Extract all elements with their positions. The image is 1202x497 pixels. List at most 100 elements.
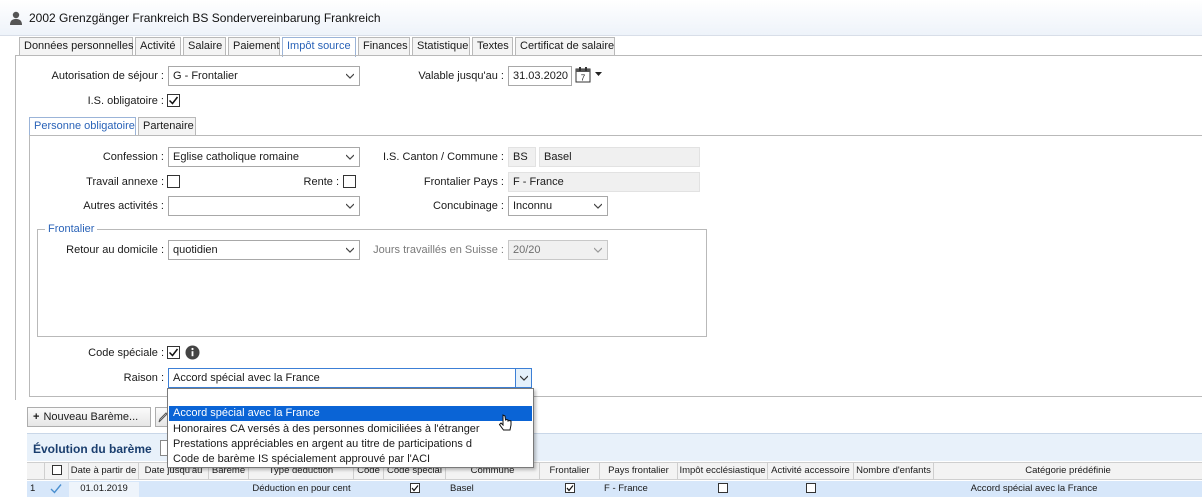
- autorisation-label: Autorisation de séjour :: [51, 70, 164, 82]
- raison-value: Accord spécial avec la France: [173, 372, 320, 384]
- nouveau-bareme-button[interactable]: + Nouveau Barème...: [27, 407, 151, 427]
- raison-dropdown-button[interactable]: [515, 369, 531, 387]
- chevron-down-icon: [346, 203, 354, 209]
- tab-activite[interactable]: Activité: [135, 37, 181, 56]
- plus-icon: +: [33, 411, 40, 423]
- canton-commune-label: I.S. Canton / Commune :: [382, 151, 504, 163]
- raison-dropdown-list: Accord spécial avec la France Honoraires…: [167, 388, 534, 468]
- commune-field: Basel: [539, 147, 700, 167]
- frontalier-checkbox[interactable]: [565, 483, 575, 493]
- tab-certificat-salaire[interactable]: Certificat de salaire: [515, 37, 615, 56]
- checkmark-icon: [168, 96, 179, 105]
- row-valid-checkmark-icon: [50, 484, 62, 494]
- rente-label: Rente :: [303, 176, 339, 188]
- tab-textes[interactable]: Textes: [472, 37, 513, 56]
- col-categorie-predefinie[interactable]: Catégorie prédéfinie: [934, 463, 1202, 479]
- window-titlebar: 2002 Grenzgänger Frankreich BS Sonderver…: [0, 0, 1202, 36]
- dropdown-option-code-bareme[interactable]: Code de barème IS spécialement approuvé …: [169, 452, 532, 467]
- cell-date-from[interactable]: 01.01.2019: [69, 482, 139, 497]
- cell-type-deduction[interactable]: Déduction en pour cent: [249, 482, 354, 497]
- cell-commune[interactable]: Basel: [450, 482, 540, 497]
- travail-annexe-label: Travail annexe :: [86, 176, 164, 188]
- confession-label: Confession :: [102, 151, 164, 163]
- retour-domicile-select[interactable]: quotidien: [168, 240, 360, 260]
- chevron-down-icon: [520, 375, 528, 381]
- tab-paiement[interactable]: Paiement: [228, 37, 280, 56]
- travail-annexe-checkbox[interactable]: [167, 175, 180, 188]
- mouse-cursor-icon: [498, 414, 512, 431]
- chevron-down-icon: [346, 154, 354, 160]
- activite-accessoire-checkbox[interactable]: [806, 483, 816, 493]
- valable-label: Valable jusqu'au :: [418, 70, 504, 82]
- col-nombre-enfants[interactable]: Nombre d'enfants: [854, 463, 934, 479]
- rente-checkbox[interactable]: [343, 175, 356, 188]
- frontalier-group-legend: Frontalier: [45, 223, 98, 235]
- nouveau-bareme-label: Nouveau Barème...: [43, 411, 139, 423]
- raison-select[interactable]: Accord spécial avec la France: [168, 368, 532, 388]
- frontalier-pays-field: F - France: [508, 172, 700, 192]
- cell-categorie-predefinie[interactable]: Accord spécial avec la France: [934, 482, 1134, 497]
- subtab-partenaire[interactable]: Partenaire: [138, 117, 196, 135]
- valable-date-field[interactable]: 31.03.2020: [508, 66, 572, 86]
- grid-header-index: [27, 463, 45, 479]
- col-date-from[interactable]: Date à partir de: [69, 463, 139, 479]
- retour-domicile-value: quotidien: [173, 244, 218, 256]
- checkmark-icon: [566, 485, 574, 492]
- tab-statistique[interactable]: Statistique: [412, 37, 470, 56]
- confession-value: Eglise catholique romaine: [173, 151, 299, 163]
- autres-activites-select[interactable]: [168, 196, 360, 216]
- canton-field: BS: [508, 147, 536, 167]
- autorisation-value: G - Frontalier: [173, 70, 238, 82]
- grid-header-select[interactable]: [45, 463, 69, 479]
- concubinage-label: Concubinage :: [433, 200, 504, 212]
- checkmark-icon: [411, 485, 419, 492]
- row-index: 1: [30, 483, 36, 494]
- cell-frontalier[interactable]: [540, 482, 600, 497]
- dropdown-option-honoraires[interactable]: Honoraires CA versés à des personnes dom…: [169, 422, 532, 437]
- info-icon[interactable]: [185, 345, 200, 360]
- col-impot-ecclesiastique[interactable]: Impôt ecclésiastique: [678, 463, 768, 479]
- jours-travailles-value: 20/20: [513, 244, 541, 256]
- tab-impot-source[interactable]: Impôt source: [282, 37, 356, 57]
- cell-code-special[interactable]: [384, 482, 446, 497]
- date-dropdown-arrow-icon[interactable]: [595, 72, 602, 77]
- chevron-down-icon: [346, 73, 354, 79]
- dropdown-option-prestations[interactable]: Prestations appréciables en argent au ti…: [169, 437, 532, 452]
- jours-travailles-select: 20/20: [508, 240, 608, 260]
- cell-impot-ecclesiastique[interactable]: [678, 482, 768, 497]
- select-all-checkbox[interactable]: [51, 465, 62, 475]
- dropdown-option-accord-special[interactable]: Accord spécial avec la France: [169, 406, 532, 421]
- impot-ecclesiastique-checkbox[interactable]: [718, 483, 728, 493]
- raison-label: Raison :: [123, 372, 164, 384]
- code-speciale-checkbox[interactable]: [167, 346, 180, 359]
- code-speciale-label: Code spéciale :: [88, 347, 164, 359]
- subtab-personne-obligatoire[interactable]: Personne obligatoire: [29, 117, 136, 136]
- col-frontalier[interactable]: Frontalier: [540, 463, 600, 479]
- cell-activite-accessoire[interactable]: [768, 482, 854, 497]
- col-activite-accessoire[interactable]: Activité accessoire: [768, 463, 854, 479]
- tab-salaire[interactable]: Salaire: [183, 37, 226, 56]
- cell-pays-frontalier[interactable]: F - France: [604, 482, 678, 497]
- jours-travailles-label: Jours travaillés en Suisse :: [373, 244, 504, 256]
- chevron-down-icon: [346, 247, 354, 253]
- window-title: 2002 Grenzgänger Frankreich BS Sonderver…: [29, 11, 381, 25]
- col-pays-frontalier[interactable]: Pays frontalier: [600, 463, 678, 479]
- dropdown-option-empty[interactable]: [169, 390, 532, 405]
- concubinage-select[interactable]: Inconnu: [508, 196, 608, 216]
- frontalier-pays-label: Frontalier Pays :: [423, 176, 504, 188]
- tab-finances[interactable]: Finances: [358, 37, 410, 56]
- concubinage-value: Inconnu: [513, 200, 553, 212]
- person-icon: [10, 11, 22, 25]
- tab-donnees-personnelles[interactable]: Données personnelles: [19, 37, 133, 56]
- retour-domicile-label: Retour au domicile :: [66, 244, 164, 256]
- is-obligatoire-checkbox[interactable]: [167, 94, 180, 107]
- checkmark-icon: [168, 348, 179, 357]
- confession-select[interactable]: Eglise catholique romaine: [168, 147, 360, 167]
- calendar-icon[interactable]: 7: [575, 67, 591, 83]
- code-special-checkbox[interactable]: [410, 483, 420, 493]
- autorisation-select[interactable]: G - Frontalier: [168, 66, 360, 86]
- chevron-down-icon: [594, 203, 602, 209]
- is-obligatoire-label: I.S. obligatoire :: [87, 95, 164, 107]
- autres-activites-label: Autres activités :: [83, 200, 164, 212]
- evolution-title: Évolution du barème: [33, 442, 152, 456]
